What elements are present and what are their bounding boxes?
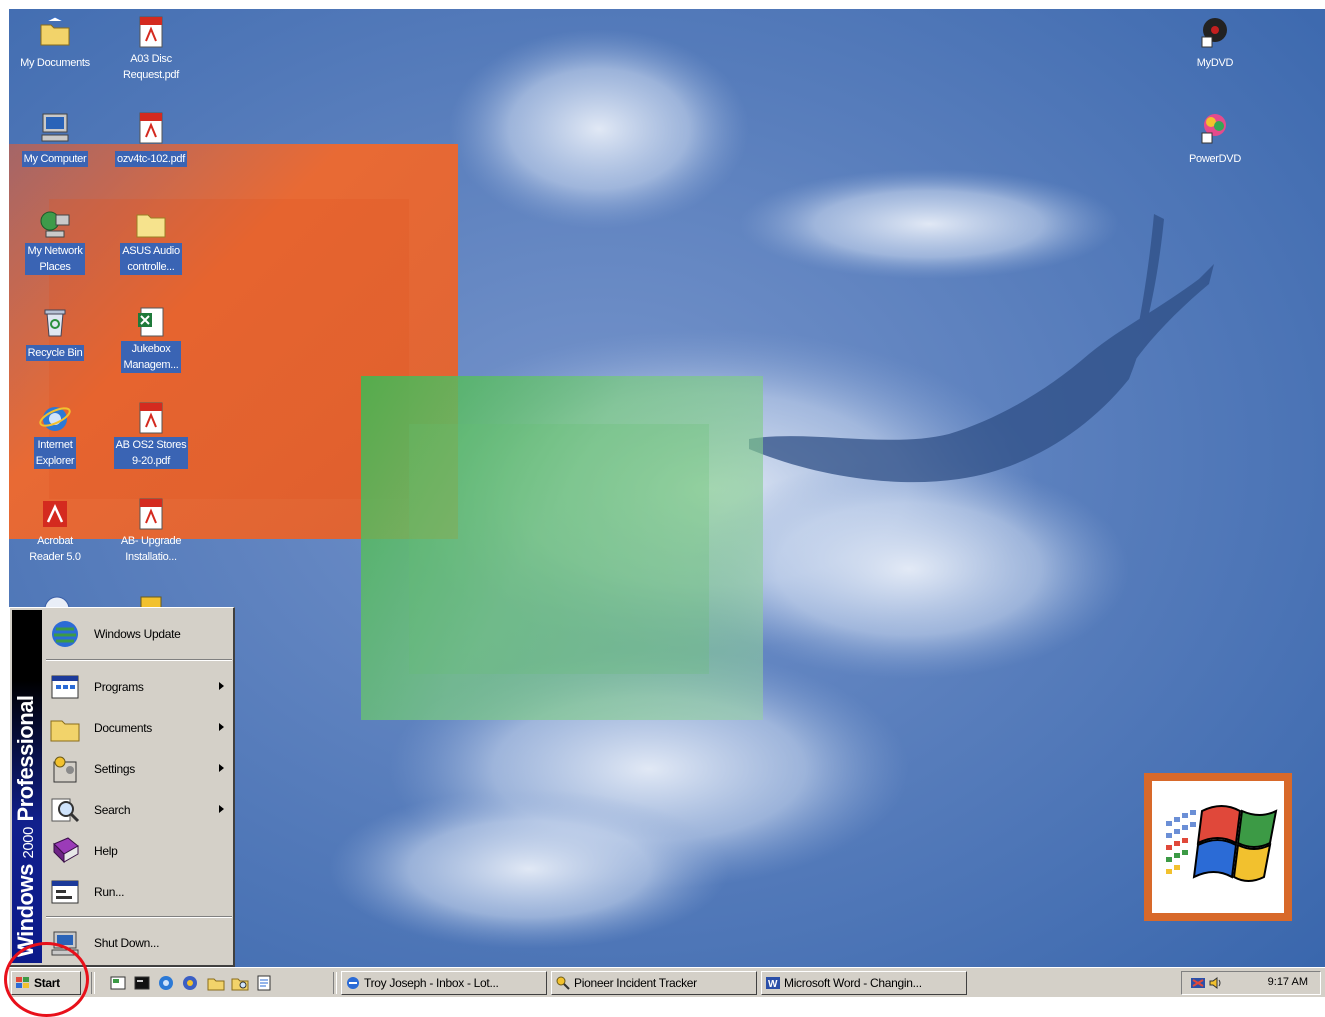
start-menu-item-programs[interactable]: Programs: [46, 667, 230, 707]
start-menu-item-search[interactable]: Search: [46, 790, 230, 830]
internet-explorer-icon[interactable]: [157, 974, 175, 992]
help-book-icon: [53, 837, 79, 864]
desktop-icon-my-network-places[interactable]: My Network Places: [9, 207, 103, 275]
desktop-icon-ab-upgrade[interactable]: AB- Upgrade Installatio...: [103, 497, 199, 565]
start-menu-item-windows-update[interactable]: Windows Update: [46, 614, 230, 654]
desktop-icon-acrobat-reader[interactable]: Acrobat Reader 5.0: [9, 497, 103, 565]
desktop-icon-internet-explorer[interactable]: Internet Explorer: [9, 401, 103, 469]
folder-icon[interactable]: [207, 974, 225, 992]
explorer-icon[interactable]: [231, 974, 249, 992]
desktop-icon-ab-os2-stores[interactable]: AB OS2 Stores 9-20.pdf: [103, 401, 199, 469]
settings-icon: [53, 756, 77, 783]
folder-icon: [136, 214, 166, 238]
acrobat-reader-icon: [43, 501, 67, 527]
svg-text:W: W: [768, 979, 778, 990]
taskbar-divider: [91, 972, 95, 994]
taskbar-task-incident-tracker[interactable]: Pioneer Incident Tracker: [551, 971, 757, 995]
start-button-highlight-ring: [4, 942, 89, 1017]
banner-version-text: 2000: [20, 827, 37, 859]
submenu-arrow-icon: [219, 723, 224, 731]
desktop-icon-a03-disc-request[interactable]: A03 Disc Request.pdf: [103, 15, 199, 83]
mydvd-icon: [1201, 18, 1227, 48]
start-menu-item-settings[interactable]: Settings: [46, 749, 230, 789]
desktop-icon-my-documents[interactable]: My Documents: [9, 15, 103, 71]
clock[interactable]: 9:17 AM: [1268, 976, 1308, 988]
desktop-icon-powerdvd[interactable]: PowerDVD: [1167, 111, 1263, 167]
submenu-arrow-icon: [219, 764, 224, 772]
windows-update-icon: [52, 621, 78, 647]
desktop-icon-jukebox[interactable]: Jukebox Managem...: [103, 305, 199, 373]
word-app-icon: W: [766, 977, 780, 990]
console-icon[interactable]: [133, 974, 151, 992]
folder-documents-icon: [40, 16, 70, 46]
desktop-icon-mydvd[interactable]: MyDVD: [1167, 15, 1263, 71]
network-places-icon: [40, 211, 70, 238]
outlook-icon[interactable]: [181, 974, 199, 992]
start-menu-item-help[interactable]: Help: [46, 831, 230, 871]
desktop: My Documents A03 Disc Request.pdf My Com…: [9, 9, 1325, 997]
pdf-file-icon: [139, 498, 163, 530]
mail-app-icon: [347, 977, 359, 989]
start-menu-item-run[interactable]: Run...: [46, 872, 230, 912]
taskbar-task-inbox[interactable]: Troy Joseph - Inbox - Lot...: [341, 971, 547, 995]
desktop-icon-ozv4tc-pdf[interactable]: ozv4tc-102.pdf: [103, 111, 199, 167]
recycle-bin-icon: [44, 309, 66, 337]
excel-file-icon: [138, 307, 164, 337]
desktop-icon-asus-audio[interactable]: ASUS Audio controlle...: [103, 207, 199, 275]
submenu-arrow-icon: [219, 805, 224, 813]
windows-flag-icon: [1166, 805, 1278, 882]
internet-explorer-icon: [39, 407, 71, 431]
search-icon: [51, 798, 80, 823]
show-desktop-icon[interactable]: [109, 974, 127, 992]
computer-icon: [41, 113, 69, 142]
run-icon: [51, 880, 79, 904]
desktop-icon-my-computer[interactable]: My Computer: [9, 111, 103, 167]
submenu-arrow-icon: [219, 682, 224, 690]
network-tray-icon[interactable]: [1190, 975, 1206, 991]
volume-icon[interactable]: [1208, 975, 1224, 991]
windows-logo: [1144, 773, 1292, 921]
document-icon[interactable]: [255, 974, 273, 992]
documents-folder-icon: [50, 720, 80, 742]
tracker-app-icon: [556, 976, 570, 990]
start-menu-item-documents[interactable]: Documents: [46, 708, 230, 748]
system-tray: 9:17 AM: [1181, 971, 1321, 995]
pdf-file-icon: [139, 16, 163, 48]
desktop-icon-recycle-bin[interactable]: Recycle Bin: [9, 305, 103, 361]
taskbar-task-word[interactable]: W Microsoft Word - Changin...: [761, 971, 967, 995]
start-menu: Windows 2000 Professional Windows Update…: [9, 607, 235, 967]
taskbar: Start Troy Joseph - Inbox - Lot... Pione…: [9, 967, 1325, 997]
taskbar-divider: [333, 972, 337, 994]
banner-edition-text: Professional: [13, 695, 38, 822]
pdf-file-icon: [139, 112, 163, 144]
green-panel: [361, 376, 763, 720]
start-menu-separator: [46, 916, 232, 918]
pdf-file-icon: [139, 402, 163, 434]
powerdvd-icon: [1201, 114, 1226, 144]
start-menu-separator: [46, 659, 232, 661]
start-menu-banner: Windows 2000 Professional: [12, 610, 42, 963]
programs-icon: [51, 675, 79, 699]
